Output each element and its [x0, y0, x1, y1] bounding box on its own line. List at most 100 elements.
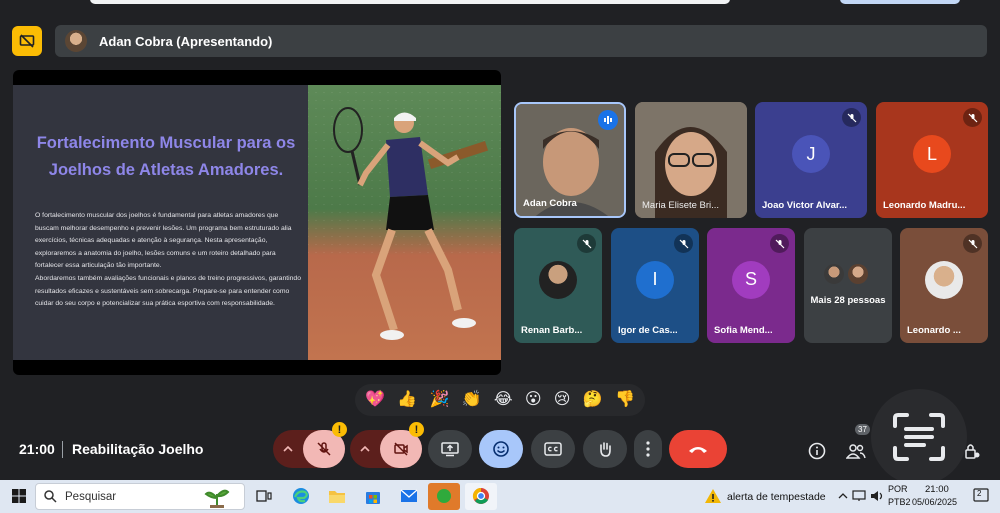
- participant-tile[interactable]: Leonardo ...: [900, 228, 988, 343]
- more-options-button[interactable]: [634, 430, 662, 468]
- taskbar-clock[interactable]: 21:00: [925, 484, 949, 495]
- participant-tile[interactable]: S Sofia Mend...: [707, 228, 795, 343]
- divider: [62, 441, 63, 458]
- volume-icon[interactable]: [866, 485, 888, 507]
- reaction-party[interactable]: 🎉: [430, 392, 450, 408]
- captions-icon: [544, 442, 562, 456]
- reactions-button[interactable]: [479, 430, 523, 468]
- participant-avatar: [824, 264, 844, 284]
- raise-hand-icon: [600, 442, 611, 457]
- notification-count: 2: [977, 489, 982, 498]
- participant-avatar: S: [732, 260, 770, 299]
- participant-name: Joao Victor Alvar...: [762, 200, 848, 211]
- mic-off-icon: [963, 108, 982, 127]
- chrome-browser-icon[interactable]: [470, 485, 492, 507]
- meet-window: Adan Cobra (Apresentando) Fortalecimento…: [0, 8, 1000, 485]
- host-controls-button[interactable]: [961, 440, 983, 462]
- shared-screen: Fortalecimento Muscular para os Joelhos …: [13, 70, 501, 375]
- reaction-clap[interactable]: 👏: [462, 392, 482, 408]
- plant-widget-icon: [204, 489, 230, 508]
- stop-presenting-icon[interactable]: [12, 26, 42, 56]
- participant-count-badge: 37: [855, 424, 870, 435]
- more-vertical-icon: [646, 441, 650, 457]
- lock-person-icon: [965, 444, 980, 459]
- taskbar-date[interactable]: 05/06/2025: [912, 497, 957, 507]
- people-button[interactable]: [845, 440, 867, 462]
- mic-off-icon: [770, 234, 789, 253]
- browser-tab-strip: [0, 0, 1000, 8]
- speaking-indicator-icon: [598, 110, 618, 130]
- search-icon: [44, 490, 57, 503]
- file-explorer-icon[interactable]: [326, 485, 348, 507]
- mic-control-group: !: [273, 422, 347, 468]
- storm-alert-icon[interactable]: [702, 485, 724, 507]
- slide-text-panel: Fortalecimento Muscular para os Joelhos …: [13, 85, 308, 360]
- reaction-thumbs-up[interactable]: 👍: [397, 392, 417, 408]
- mic-off-icon: [317, 442, 331, 456]
- camera-off-icon: [394, 442, 408, 456]
- participant-avatar: J: [792, 135, 830, 174]
- participant-avatar: [848, 264, 868, 284]
- participant-avatar: L: [913, 135, 951, 174]
- reaction-thumbs-down[interactable]: 👎: [615, 392, 635, 408]
- slide-paragraph-1: O fortalecimento muscular dos joelhos é …: [35, 212, 292, 270]
- reaction-sad[interactable]: 😢: [554, 392, 571, 408]
- keyboard-layout-indicator[interactable]: PTB2: [888, 497, 911, 507]
- participant-tile[interactable]: I Igor de Cas...: [611, 228, 699, 343]
- language-indicator[interactable]: POR: [888, 484, 908, 494]
- search-placeholder: Pesquisar: [65, 490, 117, 503]
- meeting-info-button[interactable]: [806, 440, 828, 462]
- participant-tile[interactable]: L Leonardo Madru...: [876, 102, 988, 218]
- participant-name: Renan Barb...: [521, 325, 583, 336]
- taskbar-search-box[interactable]: Pesquisar: [35, 483, 245, 510]
- google-lens-button[interactable]: [871, 389, 967, 485]
- presenter-bar: Adan Cobra (Apresentando): [55, 25, 987, 57]
- reactions-bar: 💖 👍 🎉 👏 😂 😮 😢 🤔 👎: [355, 384, 645, 416]
- end-call-button[interactable]: [669, 430, 727, 468]
- participant-tile[interactable]: Adan Cobra: [514, 102, 626, 218]
- notifications-icon[interactable]: 2: [970, 485, 992, 507]
- people-icon: [846, 444, 866, 459]
- meeting-title: Reabilitação Joelho: [72, 441, 204, 457]
- task-view-icon[interactable]: [253, 485, 275, 507]
- present-screen-button[interactable]: [428, 430, 472, 468]
- participant-name: Leonardo Madru...: [883, 200, 966, 211]
- emoji-icon: [493, 441, 509, 457]
- reaction-heart[interactable]: 💖: [365, 392, 385, 408]
- browser-button[interactable]: [840, 0, 960, 4]
- present-screen-icon: [441, 442, 459, 457]
- captions-button[interactable]: [531, 430, 575, 468]
- slide-paragraph-2: Abordaremos também avaliações funcionais…: [35, 274, 301, 308]
- more-participants-label: Mais 28 pessoas: [810, 295, 886, 306]
- reaction-thinking[interactable]: 🤔: [583, 392, 603, 408]
- mic-options-chevron-icon[interactable]: [273, 430, 303, 468]
- participant-avatar: [539, 260, 577, 299]
- windows-taskbar: Pesquisar alerta de tempestade POR PTB2 …: [0, 480, 1000, 513]
- participant-name: Maria Elisete Bri...: [642, 200, 720, 211]
- mic-off-icon: [577, 234, 596, 253]
- reaction-surprised[interactable]: 😮: [525, 392, 542, 408]
- participant-name: Leonardo ...: [907, 325, 961, 336]
- participant-tile[interactable]: J Joao Victor Alvar...: [755, 102, 867, 218]
- microsoft-store-icon[interactable]: [362, 485, 384, 507]
- tennis-player-photo: [308, 85, 501, 360]
- participant-tile[interactable]: Maria Elisete Bri...: [635, 102, 747, 218]
- raise-hand-button[interactable]: [583, 430, 627, 468]
- info-icon: [808, 442, 826, 460]
- green-app-icon[interactable]: [433, 485, 455, 507]
- camera-options-chevron-icon[interactable]: [350, 430, 380, 468]
- participant-name: Adan Cobra: [523, 198, 577, 209]
- edge-browser-icon[interactable]: [290, 485, 312, 507]
- address-bar[interactable]: [90, 0, 730, 4]
- participant-tile[interactable]: Renan Barb...: [514, 228, 602, 343]
- mic-off-icon: [963, 234, 982, 253]
- weather-alert-text[interactable]: alerta de tempestade: [727, 491, 826, 503]
- meeting-clock: 21:00: [19, 441, 55, 457]
- windows-start-icon[interactable]: [8, 485, 30, 507]
- presenter-avatar: [65, 30, 87, 52]
- mail-icon[interactable]: [398, 485, 420, 507]
- mic-off-icon: [674, 234, 693, 253]
- more-participants-tile[interactable]: Mais 28 pessoas: [804, 228, 892, 343]
- reaction-laugh[interactable]: 😂: [494, 392, 513, 408]
- slide-title: Fortalecimento Muscular para os Joelhos …: [36, 134, 296, 179]
